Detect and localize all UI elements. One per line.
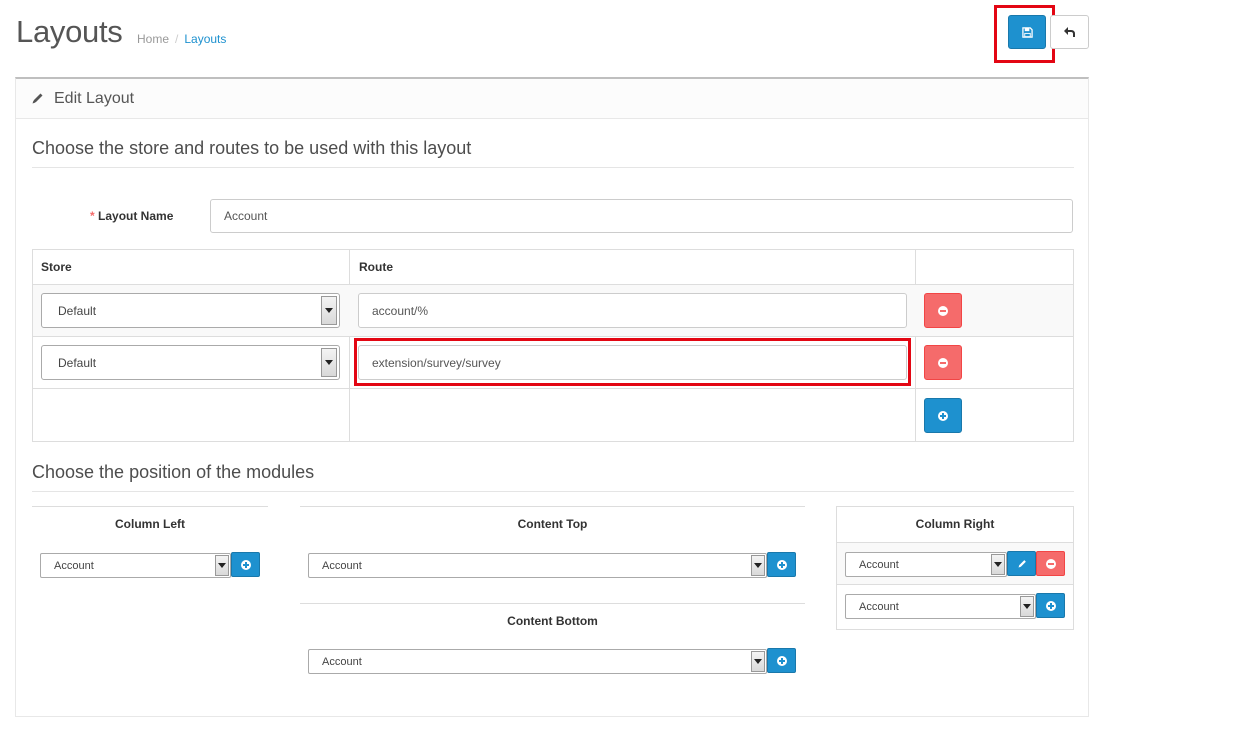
add-content-bottom-module-button[interactable] [767, 648, 796, 673]
chevron-down-icon [991, 554, 1005, 575]
chevron-down-icon [321, 348, 337, 377]
column-right-header: Column Right [915, 517, 995, 531]
column-right-table: Column Right Account Account [836, 506, 1074, 630]
reply-icon [1064, 27, 1075, 37]
panel-heading: Edit Layout [16, 79, 1088, 119]
minus-circle-icon [938, 305, 948, 316]
edit-layout-panel: Edit Layout Choose the store and routes … [15, 77, 1089, 717]
minus-circle-icon [1045, 558, 1056, 569]
content-bottom-module-select[interactable]: Account [308, 649, 767, 674]
floppy-disk-icon [1021, 26, 1033, 38]
page-title: Layouts [16, 14, 123, 49]
plus-circle-icon [1045, 600, 1056, 611]
pencil-icon [32, 93, 43, 104]
chevron-down-icon [751, 555, 765, 576]
panel-title: Edit Layout [54, 89, 135, 107]
pencil-icon [1018, 559, 1026, 567]
content-top-header: Content Top [517, 517, 588, 531]
add-column-left-module-button[interactable] [231, 552, 260, 577]
plus-circle-icon [776, 559, 787, 570]
column-right-module-select[interactable]: Account [845, 552, 1007, 577]
remove-route-button[interactable] [924, 293, 962, 328]
column-left-header: Column Left [115, 517, 185, 531]
route-input[interactable]: account/% [358, 293, 907, 328]
route-table: Store Route Default account/% Default ex… [32, 249, 1074, 442]
save-button[interactable] [1008, 15, 1046, 49]
routes-legend: Choose the store and routes to be used w… [32, 138, 1074, 168]
route-column-header: Route [359, 260, 393, 274]
store-select[interactable]: Default [41, 345, 340, 380]
content-bottom-header: Content Bottom [507, 614, 598, 628]
edit-module-button[interactable] [1007, 551, 1036, 576]
plus-circle-icon [776, 655, 787, 666]
column-right-add-select[interactable]: Account [845, 594, 1036, 619]
back-button[interactable] [1050, 15, 1089, 49]
store-column-header: Store [41, 260, 72, 274]
add-content-top-module-button[interactable] [767, 552, 796, 577]
breadcrumb-home[interactable]: Home [137, 32, 169, 46]
breadcrumb-layouts[interactable]: Layouts [184, 32, 226, 46]
plus-circle-icon [938, 410, 948, 421]
add-column-right-module-button[interactable] [1036, 593, 1065, 618]
plus-circle-icon [240, 559, 251, 570]
content-top-module-select[interactable]: Account [308, 553, 767, 578]
chevron-down-icon [1020, 596, 1034, 617]
minus-circle-icon [938, 357, 948, 368]
layout-name-input[interactable]: Account [210, 199, 1073, 233]
remove-module-button[interactable] [1036, 551, 1065, 576]
chevron-down-icon [321, 296, 337, 325]
chevron-down-icon [215, 555, 229, 576]
remove-route-button[interactable] [924, 345, 962, 380]
chevron-down-icon [751, 651, 765, 672]
modules-legend: Choose the position of the modules [32, 462, 1074, 492]
route-input[interactable]: extension/survey/survey [358, 345, 907, 380]
column-left-module-select[interactable]: Account [40, 553, 231, 578]
layout-name-label: * Layout Name [90, 209, 174, 223]
breadcrumb-separator: / [175, 32, 179, 46]
add-route-button[interactable] [924, 398, 962, 433]
breadcrumb: Home / Layouts [137, 32, 226, 46]
store-select[interactable]: Default [41, 293, 340, 328]
